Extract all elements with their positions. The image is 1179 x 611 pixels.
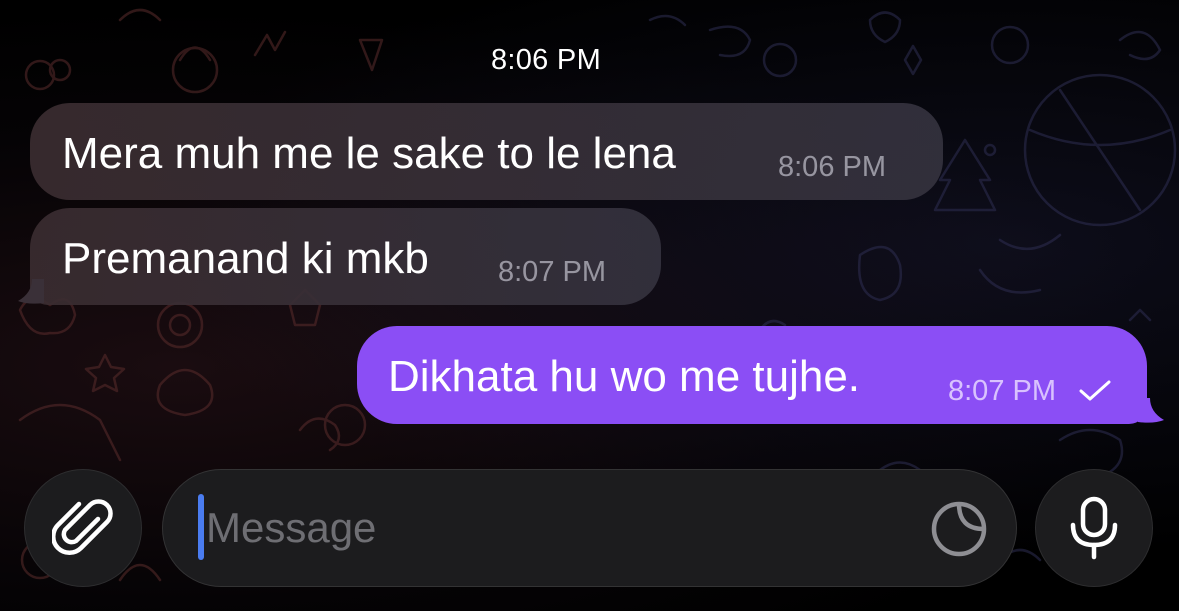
sticker-icon[interactable]	[929, 499, 989, 559]
outgoing-bubble-tail	[1138, 398, 1164, 423]
message-timestamp: 8:06 PM	[778, 151, 886, 183]
text-caret	[198, 494, 204, 560]
voice-message-button[interactable]	[1035, 469, 1153, 587]
message-text: Dikhata hu wo me tujhe.	[388, 352, 861, 401]
message-text: Mera muh me le sake to le lena	[62, 129, 676, 178]
message-input[interactable]: Message	[162, 469, 1017, 587]
paperclip-icon	[52, 499, 113, 556]
attach-button[interactable]	[24, 469, 142, 587]
chat-screen: 8:06 PM Mera muh me le sake to le lena 8…	[0, 0, 1179, 611]
incoming-message-bubble[interactable]: Mera muh me le sake to le lena 8:06 PM	[30, 103, 943, 200]
message-timestamp: 8:07 PM	[948, 375, 1056, 407]
message-timestamp: 8:07 PM	[498, 256, 606, 288]
chat-date-label: 8:06 PM	[490, 44, 602, 76]
message-input-placeholder: Message	[206, 504, 377, 551]
message-text: Premanand ki mkb	[62, 234, 429, 283]
microphone-icon	[1070, 496, 1118, 560]
sent-check-icon	[1079, 380, 1111, 401]
outgoing-message-bubble[interactable]: Dikhata hu wo me tujhe. 8:07 PM	[357, 326, 1147, 424]
incoming-message-bubble[interactable]: Premanand ki mkb 8:07 PM	[30, 208, 661, 305]
incoming-bubble-tail	[18, 279, 44, 304]
